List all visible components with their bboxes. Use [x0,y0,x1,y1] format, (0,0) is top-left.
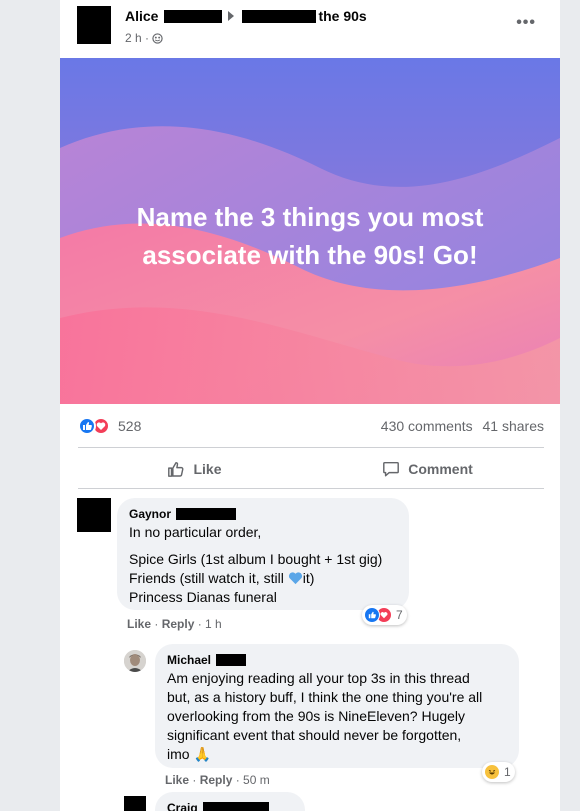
reaction-count: 528 [118,418,142,434]
comment-bubble: Michael Am enjoying reading all your top… [155,644,519,768]
comments-count[interactable]: 430 comments [381,418,473,434]
redacted-surname [216,654,247,666]
engagement-counts: 430 comments 41 shares [375,418,544,434]
comment-text-line: significant event that should never be f… [167,727,462,743]
comment-author-name[interactable]: Craig [167,799,198,811]
redacted-surname [176,508,237,520]
commenter-avatar[interactable] [124,796,146,811]
comment-text-line: Princess Dianas funeral [129,589,277,605]
post-meta: 2 h · [125,31,163,45]
comment-text: it) [302,570,315,586]
comment-button-label: Comment [408,461,473,477]
comment-text-line: imo 🙏 [167,746,211,762]
redacted-group-name [242,9,317,23]
like-reaction-icon [364,607,380,623]
author-avatar[interactable] [77,6,111,44]
comment-meta: Like · Reply · 1 h [127,617,222,631]
comment-reply-link[interactable]: Reply [200,773,233,787]
comment-author-name[interactable]: Gaynor [129,505,171,524]
post-background-banner: Name the 3 things you most associate wit… [60,58,560,404]
comment-bubble: Gaynor In no particular order, Spice Gir… [117,498,409,610]
comment-bubble: Craig [155,792,305,811]
laughing-reaction-icon [484,764,500,780]
comment-reaction-count: 1 [504,765,511,779]
comment-author: Craig [167,800,293,811]
comment-reactions[interactable]: 1 [482,762,515,782]
like-reaction-icon [78,417,96,435]
comment-author: Gaynor [129,506,397,522]
comment-author: Michael [167,652,507,668]
commenter-avatar[interactable] [77,498,111,532]
blue-heart-emoji-icon [288,572,302,585]
comment-like-link[interactable]: Like [127,617,151,631]
comment-text-line: Friends (still watch it, still it) [129,569,397,588]
post-actions: Like Comment [78,452,544,486]
comment-text-line: Spice Girls (1st album I bought + 1st gi… [129,551,383,567]
shares-count[interactable]: 41 shares [483,418,544,434]
comment-time[interactable]: 1 h [205,617,222,631]
comment-text-line: Am enjoying reading all your top 3s in t… [167,670,470,686]
banner-text: Name the 3 things you most associate wit… [136,202,484,270]
comment-text: Friends (still watch it, still [129,570,288,586]
thumbs-up-icon [168,461,184,477]
comment-reply-link[interactable]: Reply [162,617,195,631]
commenter-avatar[interactable] [124,650,146,672]
audience-icon [152,32,163,44]
comment-text-line: but, as a history buff, I think the one … [167,689,483,705]
comment-author-name[interactable]: Michael [167,651,211,670]
post-author-name[interactable]: Alice [125,8,158,24]
redacted-surname [164,9,223,23]
post-time[interactable]: 2 h · [125,31,149,45]
like-button[interactable]: Like [78,452,311,486]
comment-button[interactable]: Comment [311,452,544,486]
reaction-summary[interactable]: 528 [78,417,141,435]
comment-text-line: overlooking from the 90s is NineEleven? … [167,708,466,724]
comment-text-line: In no particular order, [129,524,262,540]
comment-icon [383,461,400,477]
group-name[interactable]: the 90s [318,8,366,24]
comment-reactions[interactable]: 7 [362,605,407,625]
arrow-right-icon [228,11,235,21]
divider [78,488,544,489]
divider [78,447,544,448]
post-header: Alice the 90s 2 h · ••• [60,0,560,58]
redacted-surname [202,802,269,811]
post-stats: 528 430 comments 41 shares [78,414,544,438]
comment-meta: Like · Reply · 50 m [165,773,270,787]
more-options-button[interactable]: ••• [516,14,536,32]
comment-reaction-count: 7 [396,608,403,622]
post-author-line: Alice the 90s [125,8,367,24]
like-button-label: Like [193,461,222,477]
comment-like-link[interactable]: Like [165,773,189,787]
comment-time[interactable]: 50 m [243,773,270,787]
post-card: Alice the 90s 2 h · ••• Name the 3 thing… [60,0,560,811]
